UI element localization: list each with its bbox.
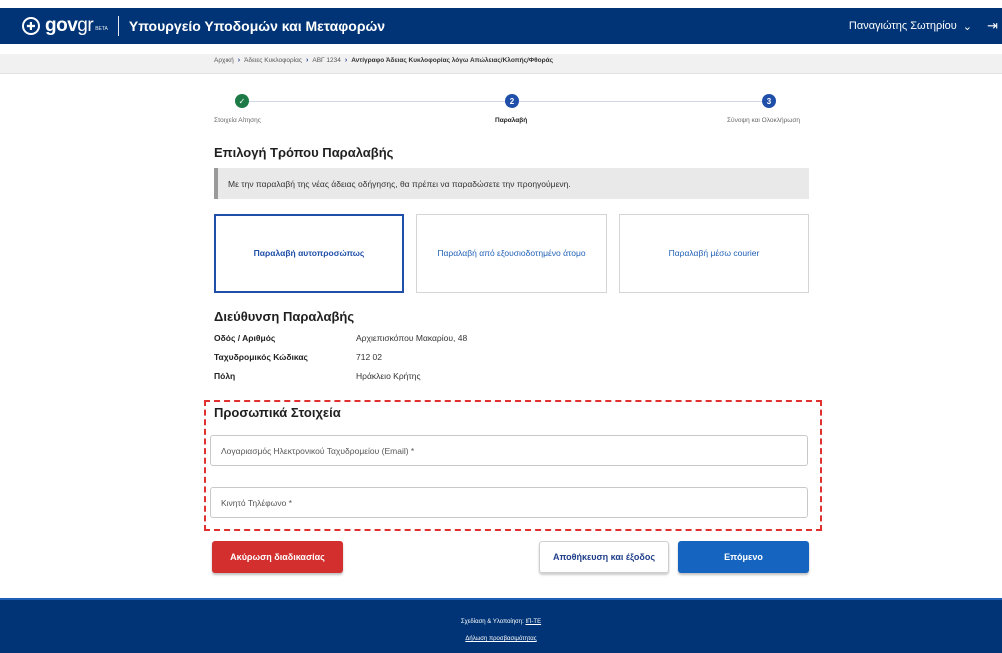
cancel-process-button[interactable]: Ακύρωση διαδικασίας bbox=[212, 541, 343, 573]
save-and-exit-button[interactable]: Αποθήκευση και έξοδος bbox=[539, 541, 669, 573]
ministry-title: Υπουργείο Υποδομών και Μεταφορών bbox=[128, 18, 386, 34]
step-2-label: Παραλαβή bbox=[495, 117, 528, 124]
option-authorized-person[interactable]: Παραλαβή από εξουσιοδοτημένο άτομο bbox=[416, 214, 607, 293]
delivery-method-title: Επιλογή Τρόπου Παραλαβής bbox=[214, 145, 394, 160]
logo-accent: gr bbox=[77, 15, 94, 36]
emblem-icon: ✚ bbox=[22, 17, 40, 35]
footer: Σχεδίαση & Υλοποίηση: ΙΠ-ΤΕ Δήλωση προσβ… bbox=[0, 598, 1002, 653]
step-3-label: Σύνοψη και Ολοκλήρωση bbox=[727, 117, 801, 124]
breadcrumb-licenses[interactable]: Άδειες Κυκλοφορίας bbox=[244, 57, 302, 64]
chevron-right-icon: › bbox=[237, 57, 241, 64]
breadcrumb-home[interactable]: Αρχική bbox=[214, 57, 234, 64]
city-value: Ηράκλειο Κρήτης bbox=[356, 371, 421, 381]
design-label: Σχεδίαση & Υλοποίηση: bbox=[460, 619, 524, 625]
chevron-right-icon: › bbox=[344, 57, 348, 64]
pickup-address-title: Διεύθυνση Παραλαβής bbox=[214, 309, 355, 324]
logout-icon[interactable]: ⇥ bbox=[987, 18, 998, 34]
step-1-check-icon: ✓ bbox=[235, 94, 249, 108]
personal-details-title: Προσωπικά Στοιχεία bbox=[214, 405, 341, 420]
breadcrumb: Αρχική › Άδειες Κυκλοφορίας › ΑΒΓ 1234 ›… bbox=[214, 57, 553, 64]
chevron-down-icon: ⌄ bbox=[962, 20, 972, 33]
govgr-logo[interactable]: ✚ gov gr BETA bbox=[22, 15, 108, 37]
user-menu[interactable]: Παναγιώτης Σωτηρίου ⌄ bbox=[849, 20, 972, 33]
step-1-label: Στοιχεία Αίτησης bbox=[214, 117, 261, 124]
breadcrumb-plate[interactable]: ΑΒΓ 1234 bbox=[312, 57, 341, 64]
address-row-postal: Ταχυδρομικός Κώδικας 712 02 bbox=[214, 352, 382, 362]
user-name: Παναγιώτης Σωτηρίου bbox=[848, 20, 957, 32]
postal-value: 712 02 bbox=[356, 352, 382, 362]
step-3-indicator: 3 bbox=[762, 94, 776, 108]
address-row-street: Οδός / Αριθμός Αρχιεπισκόπου Μακαρίου, 4… bbox=[214, 333, 467, 343]
logo-text: gov bbox=[45, 15, 78, 36]
header-divider bbox=[117, 16, 119, 36]
street-value: Αρχιεπισκόπου Μακαρίου, 48 bbox=[356, 333, 468, 343]
beta-badge: BETA bbox=[95, 26, 108, 32]
accessibility-link[interactable]: Δήλωση προσβασιμότητας bbox=[0, 636, 1002, 642]
footer-credits: Σχεδίαση & Υλοποίηση: ΙΠ-ΤΕ bbox=[0, 619, 1002, 625]
top-bar: ✚ gov gr BETA Υπουργείο Υποδομών και Μετα… bbox=[0, 8, 1002, 44]
street-label: Οδός / Αριθμός bbox=[214, 333, 276, 343]
step-connector bbox=[249, 101, 505, 102]
city-label: Πόλη bbox=[214, 371, 236, 381]
email-field[interactable] bbox=[210, 435, 808, 466]
chevron-right-icon: › bbox=[306, 57, 309, 64]
design-link[interactable]: ΙΠ-ΤΕ bbox=[525, 619, 541, 625]
option-in-person[interactable]: Παραλαβή αυτοπροσώπως bbox=[214, 214, 404, 293]
breadcrumb-current: Αντίγραφο Άδειας Κυκλοφορίας λόγω Απώλει… bbox=[351, 57, 553, 64]
address-row-city: Πόλη Ηράκλειο Κρήτης bbox=[214, 371, 421, 381]
option-courier[interactable]: Παραλαβή μέσω courier bbox=[619, 214, 809, 293]
step-2-indicator: 2 bbox=[505, 94, 519, 108]
delivery-notice: Με την παραλαβή της νέας άδειας οδήγησης… bbox=[214, 168, 809, 199]
step-connector bbox=[519, 101, 762, 102]
next-button[interactable]: Επόμενο bbox=[678, 541, 809, 573]
postal-label: Ταχυδρομικός Κώδικας bbox=[214, 352, 308, 362]
mobile-phone-field[interactable] bbox=[210, 487, 808, 518]
